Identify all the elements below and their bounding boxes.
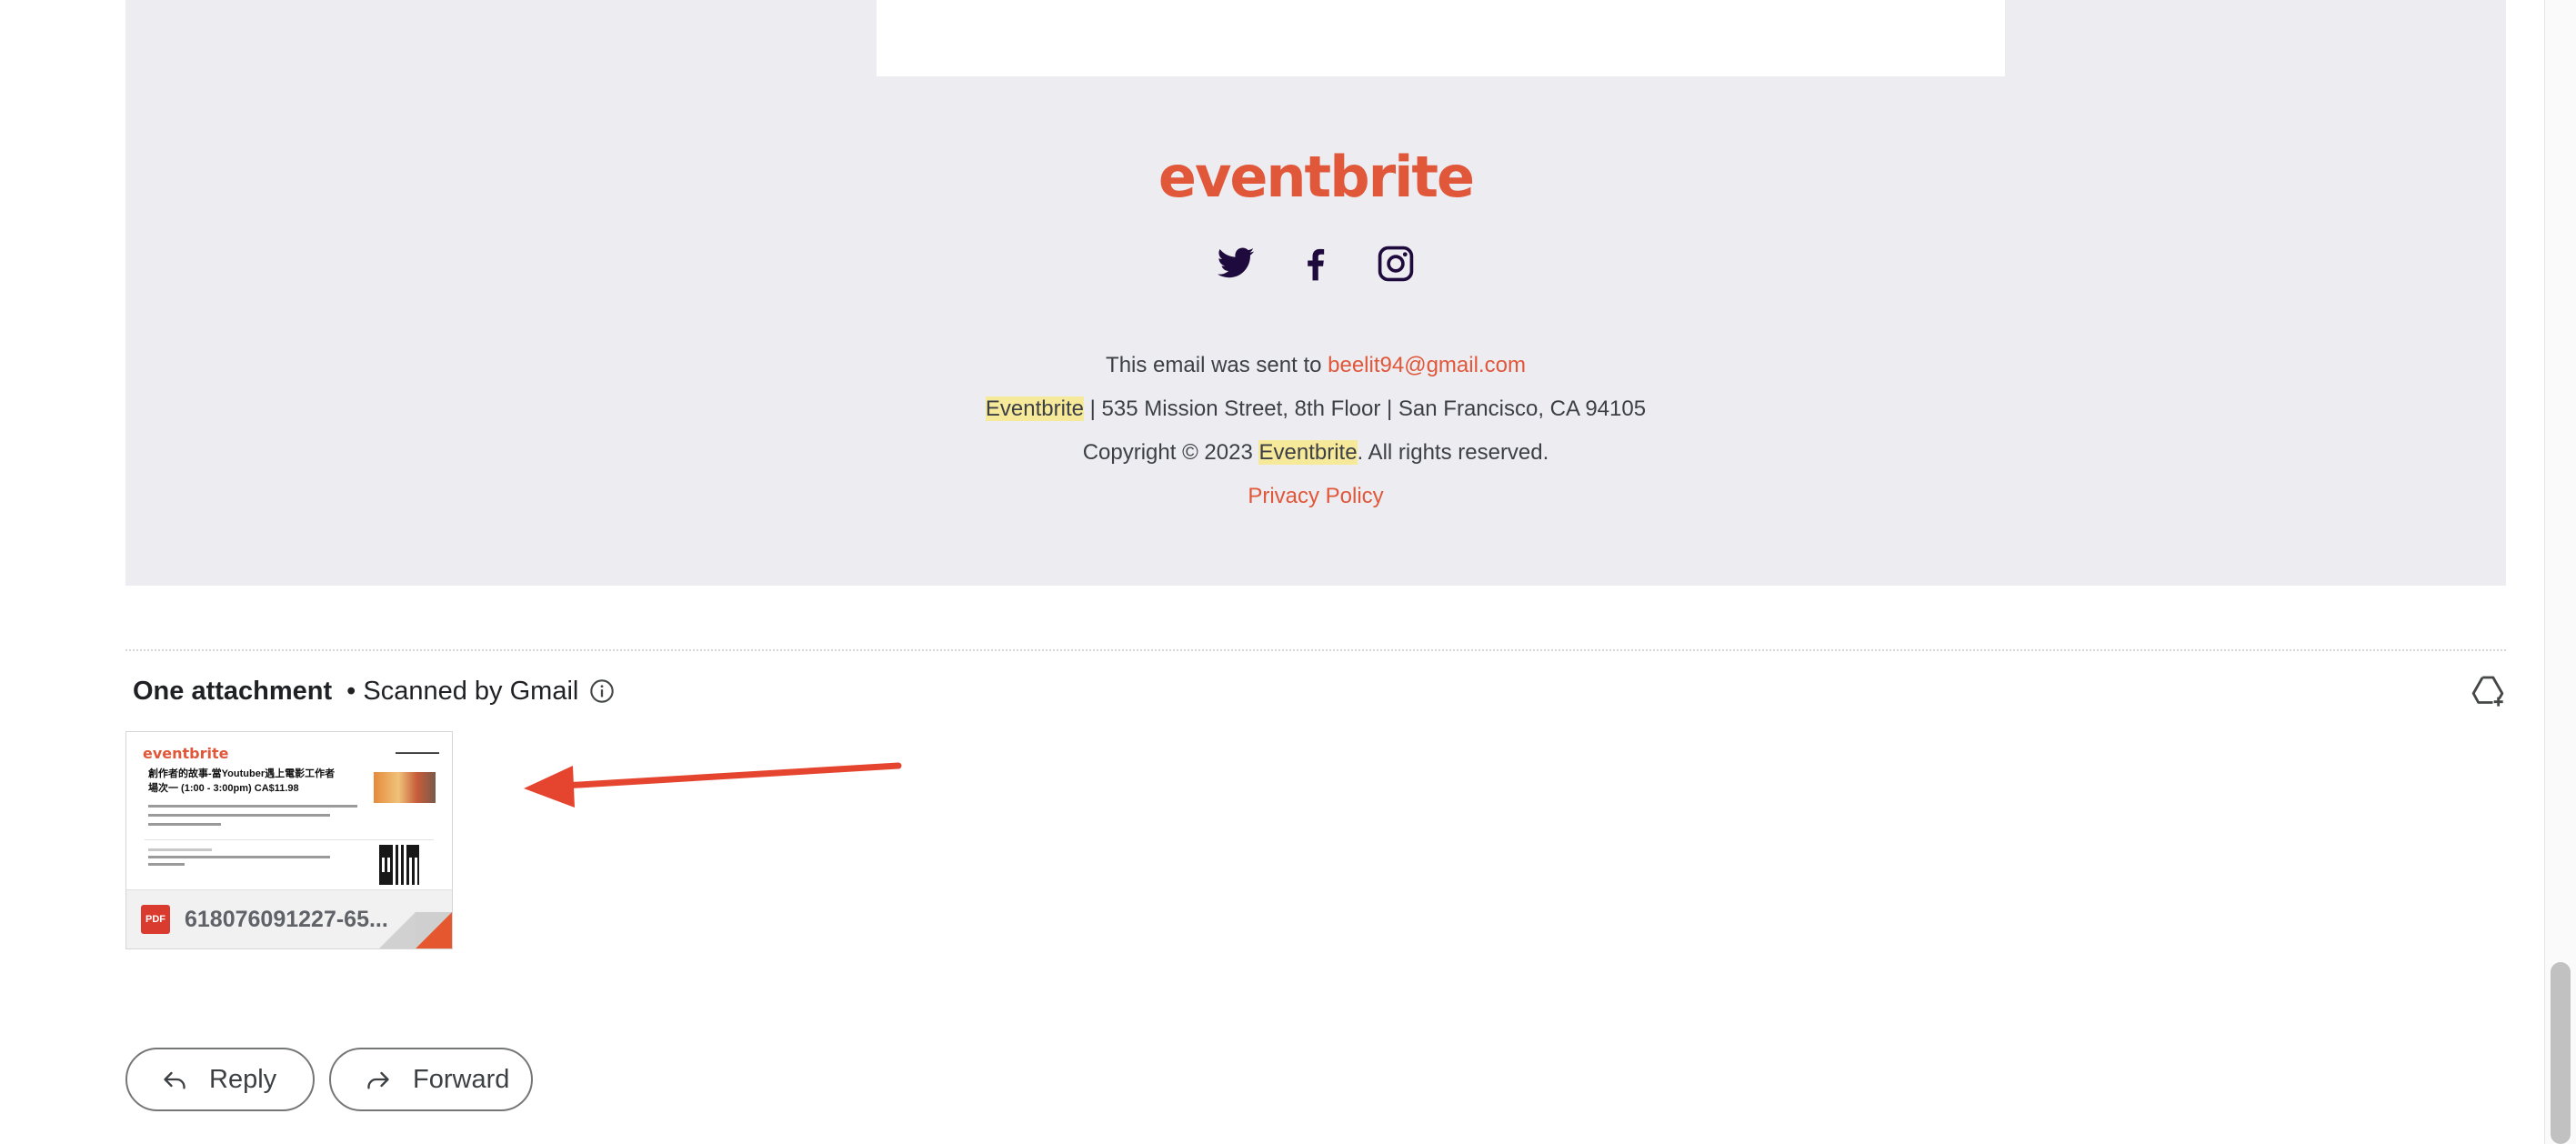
attachments-divider xyxy=(125,649,2506,651)
scanned-label: • Scanned by Gmail xyxy=(346,676,579,706)
preview-text-line xyxy=(148,823,221,826)
privacy-policy-link[interactable]: Privacy Policy xyxy=(1248,484,1383,508)
reply-button[interactable]: Reply xyxy=(125,1048,315,1111)
preview-title-text: 創作者的故事-當Youtuber遇上電影工作者 xyxy=(148,768,336,779)
attachment-preview: eventbrite ▬▬▬▬▬▬▬▬ 創作者的故事-當Youtuber遇上電影… xyxy=(126,732,452,890)
email-footer: eventbrite This email was sent to beelit… xyxy=(125,0,2506,586)
scrollbar-thumb[interactable] xyxy=(2551,962,2571,1144)
privacy-line: Privacy Policy xyxy=(125,475,2506,518)
preview-text-line xyxy=(148,856,330,858)
copyright-prefix: Copyright © 2023 xyxy=(1082,440,1259,465)
attachment-filename: 618076091227-65... xyxy=(185,906,388,932)
forward-icon xyxy=(367,1071,389,1089)
email-body-card-end xyxy=(877,0,2005,76)
sent-to-label: This email was sent to xyxy=(1106,353,1328,377)
reply-label: Reply xyxy=(209,1064,277,1094)
instagram-icon[interactable] xyxy=(1376,244,1416,284)
preview-event-title: 創作者的故事-當Youtuber遇上電影工作者 場次一 (1:00 - 3:00… xyxy=(148,767,366,796)
preview-text-line xyxy=(148,814,330,817)
attachments-title: One attachment xyxy=(133,676,333,706)
preview-text-line xyxy=(148,805,357,808)
preview-rule xyxy=(145,839,434,840)
page-fold-corner xyxy=(379,912,452,948)
sent-to-line: This email was sent to beelit94@gmail.co… xyxy=(125,344,2506,387)
pdf-attachment-card[interactable]: eventbrite ▬▬▬▬▬▬▬▬ 創作者的故事-當Youtuber遇上電影… xyxy=(125,731,453,949)
recipient-email-link[interactable]: beelit94@gmail.com xyxy=(1328,353,1526,377)
preview-event-image xyxy=(374,772,436,803)
annotation-arrow xyxy=(524,762,902,808)
info-icon[interactable] xyxy=(589,678,615,704)
attachments-header: One attachment • Scanned by Gmail xyxy=(133,673,615,709)
social-links xyxy=(125,244,2506,284)
add-to-drive-icon[interactable] xyxy=(2470,673,2506,709)
preview-qr-code xyxy=(379,845,419,885)
footer-text: This email was sent to beelit94@gmail.co… xyxy=(125,344,2506,518)
eventbrite-logo[interactable]: eventbrite xyxy=(125,144,2506,210)
preview-order-line: ▬▬▬▬▬▬▬▬ xyxy=(396,750,439,756)
copyright-suffix: . All rights reserved. xyxy=(1357,440,1549,465)
pdf-icon: PDF xyxy=(141,905,170,934)
preview-eventbrite-logo: eventbrite xyxy=(143,745,229,762)
reply-icon xyxy=(164,1071,185,1089)
company-address: | 535 Mission Street, 8th Floor | San Fr… xyxy=(1083,396,1647,421)
preview-subtitle-text: 場次一 (1:00 - 3:00pm) CA$11.98 xyxy=(148,783,299,794)
company-name: Eventbrite xyxy=(985,396,1084,421)
twitter-icon[interactable] xyxy=(1216,244,1256,284)
facebook-icon[interactable] xyxy=(1296,244,1336,284)
copyright-company: Eventbrite xyxy=(1258,440,1358,465)
page-scrollbar[interactable] xyxy=(2544,0,2576,1144)
preview-text-line xyxy=(148,848,212,851)
forward-button[interactable]: Forward xyxy=(329,1048,533,1111)
forward-label: Forward xyxy=(413,1064,510,1094)
preview-text-line xyxy=(148,863,185,866)
copyright-line: Copyright © 2023 Eventbrite. All rights … xyxy=(125,431,2506,475)
address-line: Eventbrite | 535 Mission Street, 8th Flo… xyxy=(125,387,2506,431)
